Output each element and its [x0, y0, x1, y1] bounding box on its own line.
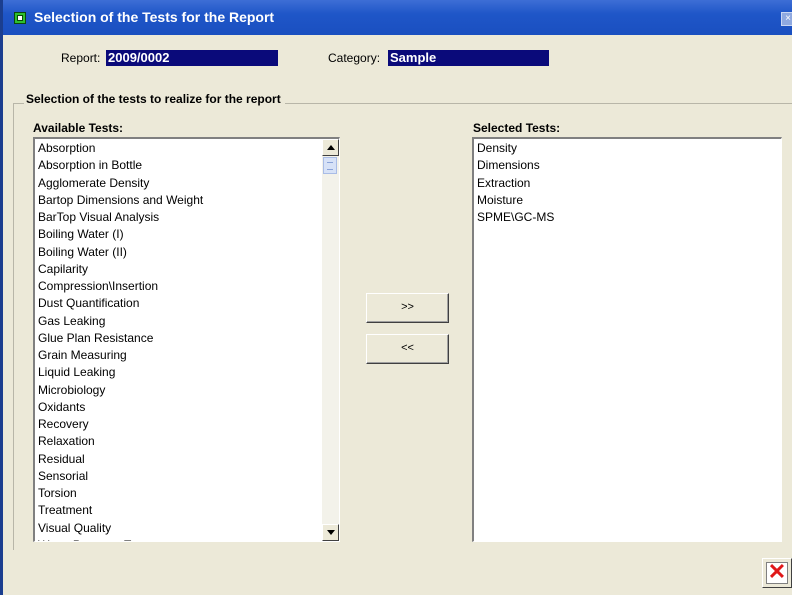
available-tests-list[interactable]: Absorption Absorption in Bottle Agglomerat… — [33, 137, 340, 542]
available-test-item[interactable]: Water Pressure Test — [38, 537, 339, 541]
available-test-item[interactable]: Microbiology — [38, 382, 339, 399]
close-icon[interactable]: × — [781, 12, 792, 26]
available-test-item[interactable]: Torsion — [38, 485, 339, 502]
scroll-down-arrow-icon — [327, 530, 335, 535]
app-window-icon — [14, 12, 26, 24]
available-test-item[interactable]: Oxidants — [38, 399, 339, 416]
category-label: Category: — [328, 51, 381, 65]
available-test-item[interactable]: Grain Measuring — [38, 347, 339, 364]
selected-test-item[interactable]: Extraction — [477, 175, 781, 192]
window-title: Selection of the Tests for the Report — [34, 9, 275, 25]
selected-tests-list[interactable]: Density Dimensions Extraction Moisture SPME\… — [472, 137, 782, 542]
exit-button[interactable]: ✕ — [762, 558, 792, 588]
available-items-container: Absorption Absorption in Bottle Agglomerat… — [38, 140, 339, 541]
available-test-item[interactable]: Agglomerate Density — [38, 175, 339, 192]
available-test-item[interactable]: Absorption — [38, 140, 339, 157]
available-test-item[interactable]: Bartop Dimensions and Weight — [38, 192, 339, 209]
add-test-button[interactable]: >> — [366, 293, 449, 323]
group-title: Selection of the tests to realize for th… — [24, 92, 285, 106]
scroll-up-arrow-icon — [327, 145, 335, 150]
selected-test-item[interactable]: Moisture — [477, 192, 781, 209]
scroll-down-button[interactable] — [322, 524, 339, 541]
available-test-item[interactable]: Relaxation — [38, 433, 339, 450]
available-test-item[interactable]: Compression\Insertion — [38, 278, 339, 295]
remove-test-button[interactable]: << — [366, 334, 449, 364]
available-scrollbar[interactable] — [322, 139, 339, 541]
scroll-thumb[interactable] — [323, 157, 337, 174]
selected-test-item[interactable]: SPME\GC-MS — [477, 209, 781, 226]
available-test-item[interactable]: Dust Quantification — [38, 295, 339, 312]
available-test-item[interactable]: Boiling Water (I) — [38, 226, 339, 243]
available-test-item[interactable]: Capilarity — [38, 261, 339, 278]
scroll-up-button[interactable] — [322, 139, 339, 156]
available-test-item[interactable]: Gas Leaking — [38, 313, 339, 330]
title-bar[interactable]: Selection of the Tests for the Report × — [3, 0, 792, 35]
category-field[interactable]: Sample — [388, 50, 549, 66]
available-tests-title: Available Tests: — [33, 121, 124, 135]
selected-test-item[interactable]: Dimensions — [477, 157, 781, 174]
available-test-item[interactable]: Liquid Leaking — [38, 364, 339, 381]
available-test-item[interactable]: Glue Plan Resistance — [38, 330, 339, 347]
report-field[interactable]: 2009/0002 — [106, 50, 278, 66]
available-test-item[interactable]: Absorption in Bottle — [38, 157, 339, 174]
available-test-item[interactable]: Recovery — [38, 416, 339, 433]
exit-x-icon: ✕ — [766, 559, 788, 584]
available-test-item[interactable]: Boiling Water (II) — [38, 244, 339, 261]
selected-test-item[interactable]: Density — [477, 140, 781, 157]
available-test-item[interactable]: Treatment — [38, 502, 339, 519]
available-test-item[interactable]: BarTop Visual Analysis — [38, 209, 339, 226]
dialog-window: Selection of the Tests for the Report × … — [0, 0, 792, 595]
selected-items-container: Density Dimensions Extraction Moisture SPME\… — [477, 140, 781, 226]
selected-tests-title: Selected Tests: — [473, 121, 561, 135]
available-test-item[interactable]: Visual Quality — [38, 520, 339, 537]
available-test-item[interactable]: Sensorial — [38, 468, 339, 485]
available-test-item[interactable]: Residual — [38, 451, 339, 468]
report-label: Report: — [61, 51, 101, 65]
